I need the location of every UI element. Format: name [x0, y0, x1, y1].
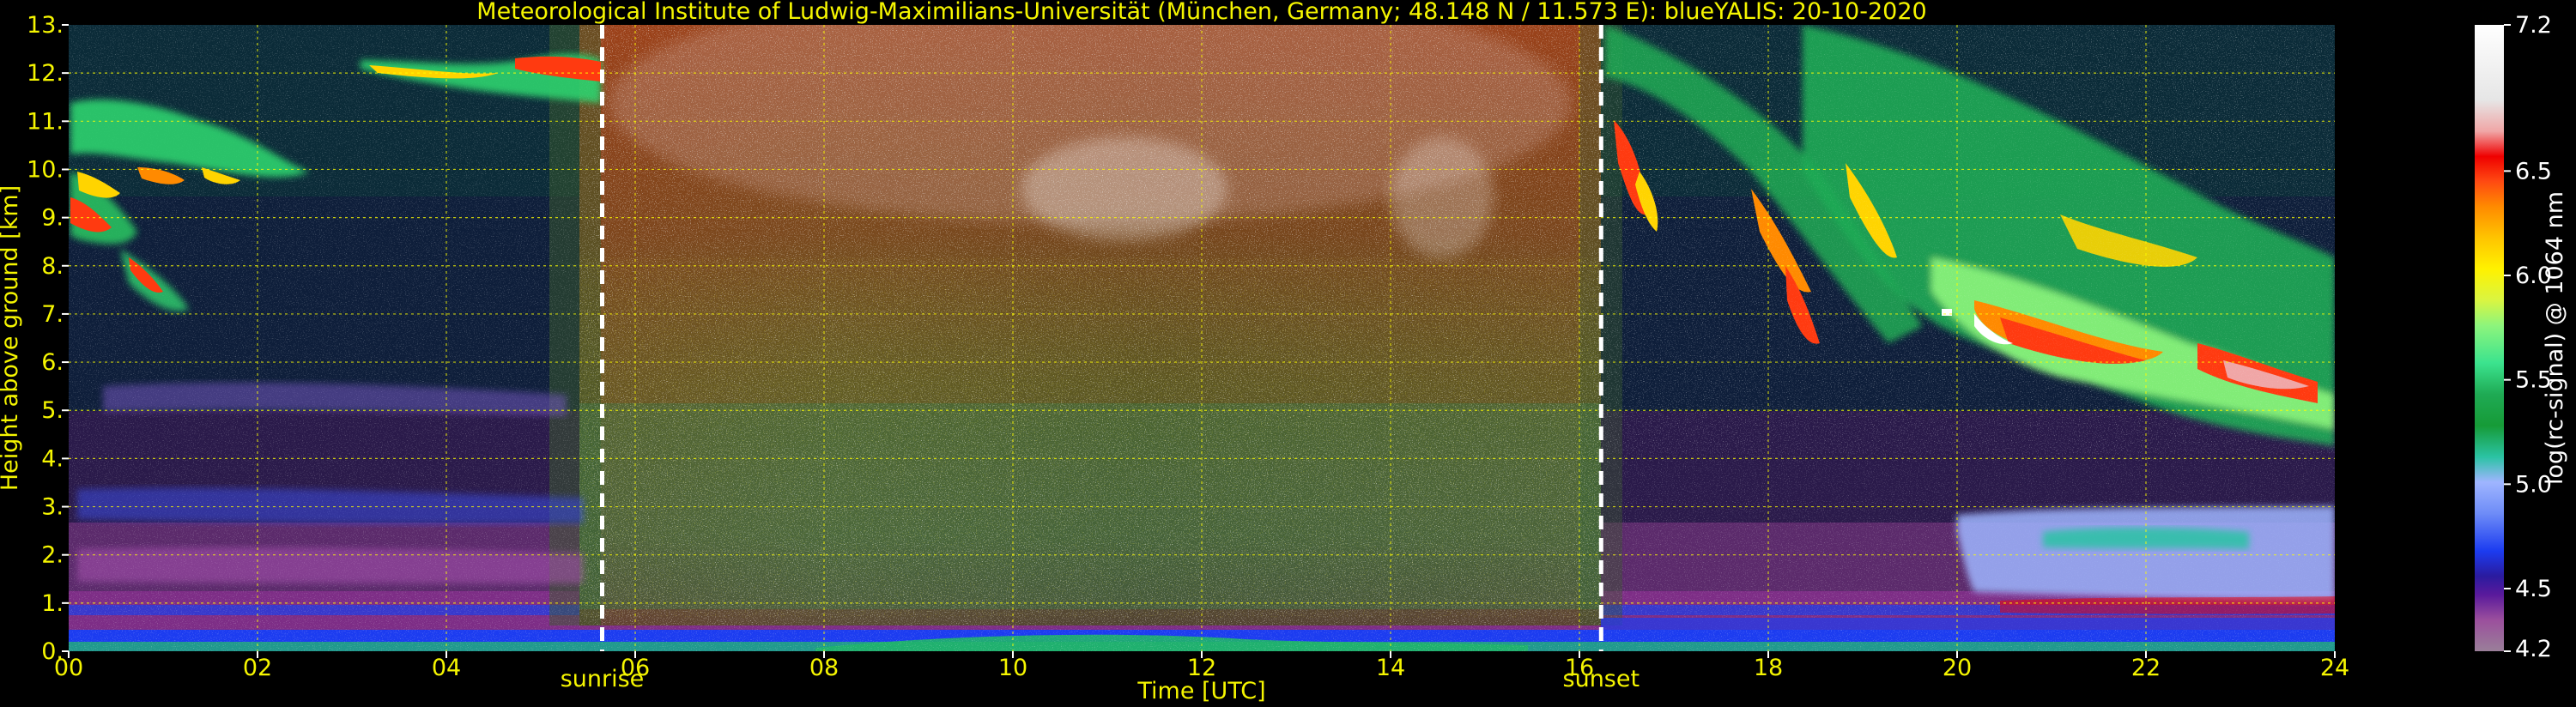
y-tick-label: 1. [41, 590, 64, 617]
y-tick-label: 0. [41, 638, 64, 665]
y-tick-label: 10. [27, 156, 64, 183]
x-axis: 00 02 04 06 08 10 12 14 16 18 20 22 24 [54, 651, 2349, 681]
colorbar-gradient [2475, 25, 2504, 651]
x-tick-label: 02 [243, 655, 272, 681]
y-tick-label: 3. [41, 494, 64, 521]
colorbar: 4.24.55.05.56.06.57.2 log(rc-signal) @ 1… [2475, 12, 2568, 662]
y-tick-label: 9. [41, 205, 64, 232]
x-axis-label: Time [UTC] [1136, 678, 1265, 704]
colorbar-label: log(rc-signal) @ 1064 nm [2542, 191, 2568, 485]
x-tick-label: 10 [998, 655, 1027, 681]
y-axis-label: Height above ground [km] [0, 185, 23, 491]
y-tick-label: 11. [27, 108, 64, 135]
y-tick-label: 7. [41, 301, 64, 328]
colorbar-tick-label: 4.5 [2515, 576, 2552, 602]
x-tick-label: 08 [809, 655, 839, 681]
x-tick-label: 24 [2320, 655, 2349, 681]
x-tick-label: 20 [1943, 655, 1972, 681]
y-tick-label: 2. [41, 542, 64, 569]
x-tick-label: 16 [1565, 655, 1594, 681]
y-axis: 0. 1. 2. 3. 4. 5. 6. 7. 8. 9. 10. 11. 12. 13. [27, 12, 69, 665]
y-tick-label: 6. [41, 349, 64, 376]
y-tick-label: 13. [27, 12, 64, 39]
y-tick-label: 5. [41, 397, 64, 424]
colorbar-tick-label: 6.5 [2515, 158, 2552, 184]
lidar-chart: Meteorological Institute of Ludwig-Maxim… [0, 0, 2568, 704]
y-tick-label: 4. [41, 445, 64, 472]
colorbar-tick-label: 7.2 [2515, 12, 2552, 39]
x-tick-label: 04 [432, 655, 461, 681]
x-tick-label: 22 [2131, 655, 2161, 681]
x-tick-label: 14 [1376, 655, 1405, 681]
y-tick-label: 12. [27, 60, 64, 87]
x-tick-label: 18 [1754, 655, 1783, 681]
chart-title: Meteorological Institute of Ludwig-Maxim… [476, 0, 1926, 25]
y-tick-label: 8. [41, 253, 64, 280]
x-tick-label: 06 [621, 655, 650, 681]
colorbar-tick-label: 4.2 [2515, 636, 2552, 662]
